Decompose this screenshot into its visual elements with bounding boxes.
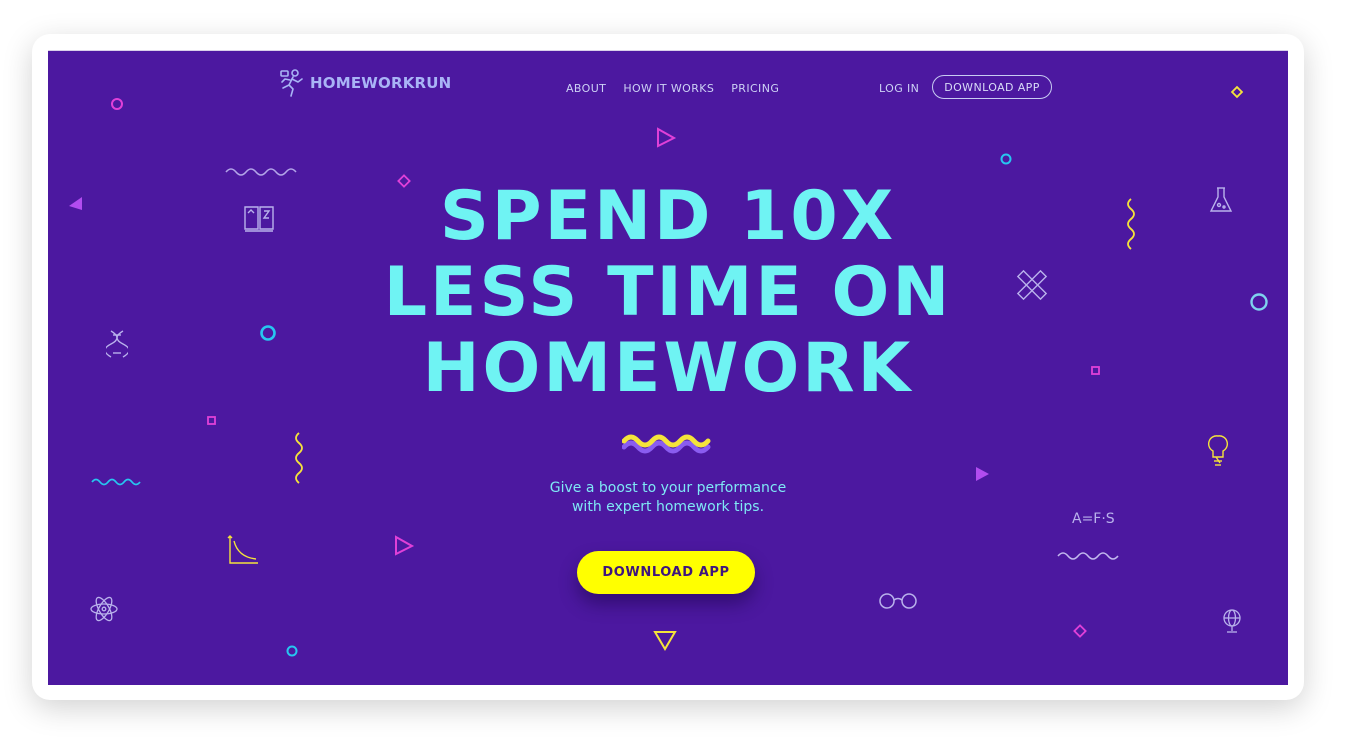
diamond-decoration-icon: [397, 174, 411, 188]
tagline-line-2: with expert homework tips.: [571, 499, 765, 515]
graph-icon: [227, 535, 258, 564]
tagline: Give a boost to your performance with ex…: [468, 479, 868, 517]
dna-icon: [106, 330, 128, 358]
wave-decoration-icon: [225, 168, 297, 176]
globe-icon: [1223, 609, 1241, 633]
triangle-outline-icon: [657, 127, 677, 148]
squiggle-divider-icon: [622, 434, 711, 454]
lightbulb-icon: [1207, 435, 1229, 466]
wave-decoration-icon: [1057, 552, 1119, 560]
main-nav: ABOUT HOW IT WORKS PRICING: [566, 82, 779, 95]
brand-logo[interactable]: HOMEWORKRUN: [278, 67, 451, 99]
vertical-wave-icon: [295, 432, 303, 484]
headline-line-1: SPEND 10X: [439, 177, 897, 256]
book-icon: [244, 206, 274, 232]
brand-name: HOMEWORKRUN: [310, 74, 452, 92]
diamond-decoration-icon: [1230, 85, 1244, 99]
circle-decoration-icon: [1250, 293, 1268, 311]
circle-decoration-icon: [286, 645, 298, 657]
login-link[interactable]: LOG IN: [879, 82, 919, 95]
nav-link-about[interactable]: ABOUT: [566, 82, 606, 95]
nav-link-how-it-works[interactable]: HOW IT WORKS: [623, 82, 714, 95]
flask-icon: [1209, 187, 1233, 212]
glasses-icon: [879, 593, 917, 609]
physics-formula: A=F·S: [1072, 511, 1115, 527]
tagline-line-1: Give a boost to your performance: [549, 480, 787, 496]
ruler-pencil-icon: [1016, 269, 1048, 301]
diamond-decoration-icon: [1073, 624, 1087, 638]
triangle-outline-icon: [395, 535, 415, 556]
atom-icon: [90, 596, 118, 622]
triangle-down-icon: [653, 631, 677, 651]
circle-decoration-icon: [111, 98, 123, 110]
square-decoration-icon: [207, 416, 216, 425]
vertical-wave-icon: [1127, 198, 1135, 250]
headline-line-3: HOMEWORK: [422, 329, 914, 408]
nav-link-pricing[interactable]: PRICING: [731, 82, 779, 95]
circle-decoration-icon: [260, 325, 276, 341]
landing-page: HOMEWORKRUN ABOUT HOW IT WORKS PRICING L…: [48, 50, 1288, 685]
hero-download-app-button[interactable]: DOWNLOAD APP: [577, 551, 755, 594]
wave-decoration-icon: [91, 478, 141, 486]
nav-download-app-button[interactable]: DOWNLOAD APP: [932, 75, 1052, 99]
runner-logo-icon: [280, 69, 303, 97]
triangle-decoration-icon: [976, 467, 989, 481]
circle-decoration-icon: [1000, 153, 1012, 165]
square-decoration-icon: [1091, 366, 1100, 375]
headline-line-2: LESS TIME ON: [383, 253, 953, 332]
triangle-decoration-icon: [69, 197, 82, 210]
